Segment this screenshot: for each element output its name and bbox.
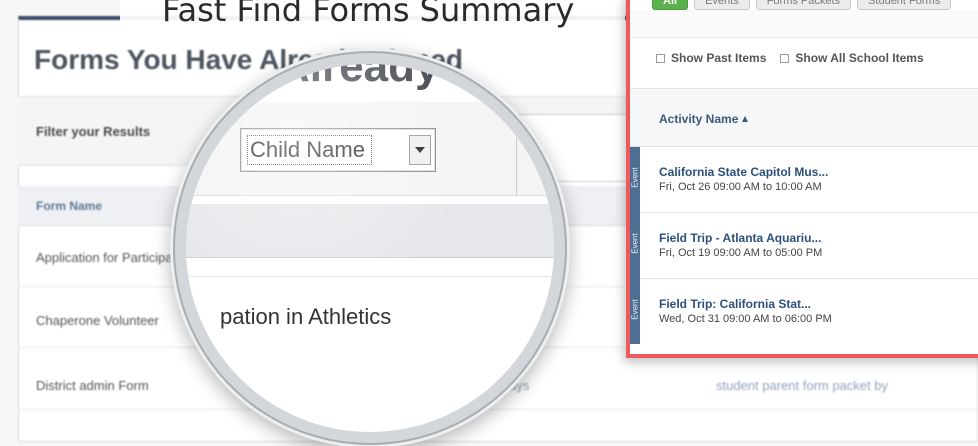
- show-all-school-items-checkbox[interactable]: [780, 53, 790, 63]
- tab-forms-packets[interactable]: Forms Packets: [755, 0, 852, 10]
- magnified-row-text: pation in Athletics: [220, 304, 392, 329]
- form-name-cell[interactable]: District admin Form: [36, 378, 149, 393]
- event-row[interactable]: Event Field Trip: California Stat... Wed…: [630, 279, 978, 345]
- column-header-form-name[interactable]: Form Name: [36, 199, 102, 213]
- panel-top-band: [630, 10, 978, 38]
- panel-bottom: [630, 344, 978, 354]
- magnified-content: Already Signed Child Name pation in Athl…: [186, 64, 554, 432]
- event-time: Fri, Oct 26 09:00 AM to 10:00 AM: [659, 181, 822, 193]
- form-name-cell[interactable]: Chaperone Volunteer: [36, 313, 159, 328]
- event-name-link[interactable]: Field Trip - Atlanta Aquariu...: [659, 231, 821, 245]
- sort-ascending-icon: [742, 116, 749, 122]
- show-past-items-label: Show Past Items: [671, 51, 767, 65]
- tab-events[interactable]: Events: [694, 0, 750, 10]
- show-all-school-items-label: Show All School Items: [795, 51, 924, 65]
- column-header-activity-name[interactable]: Activity Name: [659, 112, 749, 126]
- tab-all[interactable]: All: [652, 0, 689, 10]
- show-past-items-checkbox[interactable]: [656, 53, 665, 63]
- tab-student-forms[interactable]: Student Forms: [857, 0, 952, 10]
- show-past-items-option[interactable]: Show Past Items: [656, 51, 766, 65]
- event-type-label: Event: [630, 233, 640, 254]
- magnified-header-band: [186, 204, 554, 258]
- filter-checkboxes: Show Past Items Show All School Items: [656, 51, 924, 65]
- magnifier-lens: Already Signed Child Name pation in Athl…: [186, 64, 554, 432]
- event-type-tag: Event: [630, 279, 640, 345]
- filter-tabs: All Events Forms Packets Student Forms: [652, 0, 952, 10]
- event-name-link[interactable]: Field Trip: California Stat...: [659, 297, 811, 311]
- magnified-title: Already Signed: [278, 64, 554, 91]
- event-row[interactable]: Event California State Capitol Mus... Fr…: [630, 147, 978, 213]
- column-header-label: Activity Name: [659, 112, 739, 126]
- child-name-select[interactable]: Child Name: [240, 128, 436, 172]
- divider: [186, 276, 554, 277]
- event-type-label: Event: [630, 299, 640, 320]
- event-name-link[interactable]: California State Capitol Mus...: [659, 165, 828, 179]
- show-all-school-items-option[interactable]: Show All School Items: [780, 51, 924, 65]
- activity-panel: All Events Forms Packets Student Forms S…: [626, 0, 978, 358]
- chevron-down-icon[interactable]: [409, 135, 431, 165]
- divider: [516, 102, 517, 196]
- event-time: Wed, Oct 31 09:00 AM to 06:00 PM: [659, 313, 832, 325]
- select-value: Child Name: [247, 135, 372, 165]
- event-row[interactable]: Event Field Trip - Atlanta Aquariu... Fr…: [630, 213, 978, 279]
- slide-title: Fast Find Forms Summary: [162, 0, 575, 29]
- event-type-tag: Event: [630, 213, 640, 279]
- packet-link[interactable]: student parent form packet by: [716, 378, 888, 393]
- event-type-tag: Event: [630, 147, 640, 213]
- filter-label: Filter your Results: [36, 124, 151, 139]
- event-type-label: Event: [630, 167, 640, 188]
- event-time: Fri, Oct 19 09:00 AM to 05:00 PM: [659, 247, 823, 259]
